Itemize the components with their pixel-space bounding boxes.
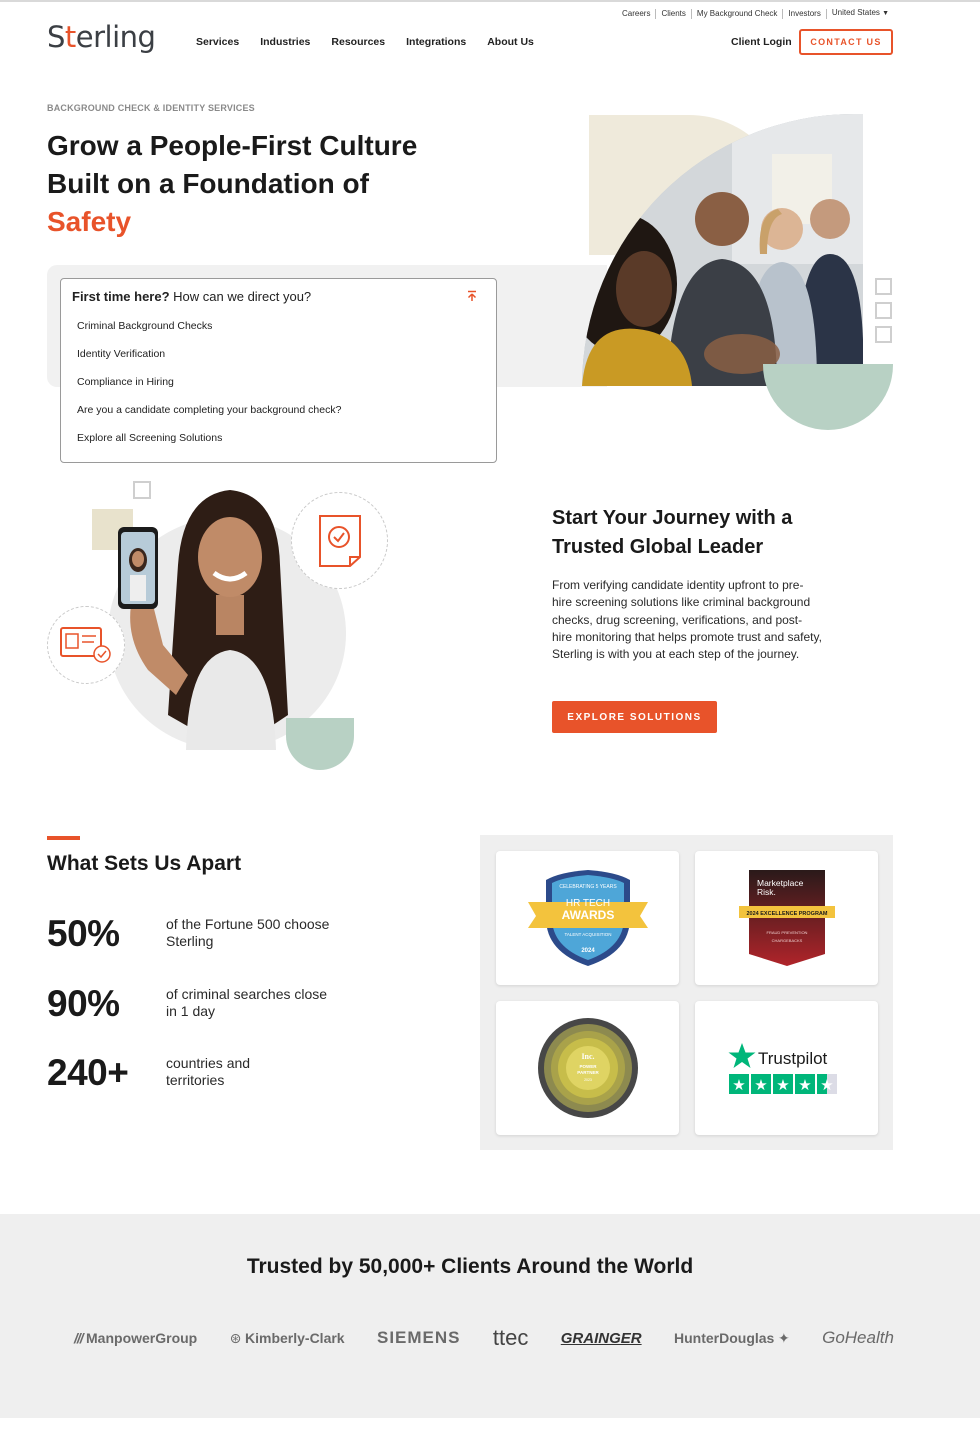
svg-text:★: ★ [732, 1077, 745, 1094]
option-identity-verification[interactable]: Identity Verification [77, 347, 341, 375]
siemens-logo: SIEMENS [376, 1328, 461, 1347]
utility-nav: Careers Clients My Background Check Inve… [622, 8, 891, 19]
hunterdouglas-logo: HunterDouglas ✦ [674, 1329, 790, 1346]
hero-title-accent: Safety [47, 206, 132, 237]
direct-you-options: Criminal Background Checks Identity Veri… [77, 319, 341, 459]
direct-you-dropdown: First time here? How can we direct you? … [60, 278, 497, 463]
section-accent-bar [47, 836, 80, 840]
client-logos-row: /// ManpowerGroup ⊛ Kimberly-Clark SIEME… [74, 1325, 894, 1351]
id-card-badge [47, 606, 125, 684]
inc-line1-text: POWER [579, 1064, 597, 1069]
svg-text:★: ★ [820, 1077, 833, 1094]
hr-tech-top-text: CELEBRATING 5 YEARS [559, 884, 617, 890]
svg-text:★: ★ [798, 1077, 811, 1094]
nav-services[interactable]: Services [196, 36, 239, 48]
hr-tech-awards-card: CELEBRATING 5 YEARS HR TECH AWARDS TALEN… [496, 851, 679, 985]
contact-us-button[interactable]: CONTACT US [799, 29, 893, 55]
hr-tech-line2-text: AWARDS [561, 908, 614, 922]
direct-you-question: How can we direct you? [169, 289, 312, 304]
hr-tech-awards-badge: CELEBRATING 5 YEARS HR TECH AWARDS TALEN… [527, 870, 648, 966]
decorative-square [875, 326, 892, 343]
hr-tech-year-text: 2024 [581, 948, 595, 954]
inc-power-partner-badge: Inc. POWER PARTNER 2023 [537, 1018, 638, 1118]
stat-value: 240+ [47, 1052, 129, 1093]
collapse-arrow-icon[interactable] [465, 289, 479, 303]
manpowergroup-logo: /// ManpowerGroup [74, 1330, 198, 1346]
hero-eyebrow: BACKGROUND CHECK & IDENTITY SERVICES [47, 103, 255, 113]
decorative-square [875, 302, 892, 319]
utility-investors-link[interactable]: Investors [783, 8, 827, 19]
marketplace-ribbon-text: 2024 EXCELLENCE PROGRAM [746, 911, 827, 917]
logo-part-dot: t [64, 20, 76, 54]
client-login-link[interactable]: Client Login [731, 36, 792, 48]
utility-my-background-check-link[interactable]: My Background Check [692, 8, 784, 19]
logo-part-b: erling [75, 20, 156, 54]
trustpilot-rating-badge: Trustpilot ★ ★ ★ ★ ★ [728, 1043, 837, 1094]
svg-text:★: ★ [754, 1077, 767, 1094]
journey-body: From verifying candidate identity upfron… [552, 578, 822, 662]
option-candidate-completing-check[interactable]: Are you a candidate completing your back… [77, 403, 341, 431]
trusted-title: Trusted by 50,000+ Clients Around the Wo… [246, 1255, 694, 1278]
option-explore-all-solutions[interactable]: Explore all Screening Solutions [77, 431, 341, 459]
inc-line2-text: PARTNER [577, 1070, 599, 1075]
hunterdouglas-logo-text: HunterDouglas [674, 1329, 775, 1346]
marketplace-risk-card: Marketplace Risk. 2024 EXCELLENCE PROGRA… [695, 851, 878, 985]
stat-value: 50% [47, 913, 120, 954]
country-selector[interactable]: United States ▼ [827, 8, 891, 19]
stat-label: of the Fortune 500 choose Sterling [166, 916, 330, 949]
logo-part-a: S [47, 20, 65, 54]
svg-text:★: ★ [776, 1077, 789, 1094]
country-label: United States [831, 8, 880, 17]
trustpilot-stars: ★ ★ ★ ★ ★ [728, 1074, 837, 1094]
kimberly-clark-logo: ⊛ Kimberly-Clark [229, 1329, 345, 1346]
main-nav: Services Industries Resources Integratio… [196, 36, 555, 48]
stat-label: of criminal searches close in 1 day [166, 986, 328, 1019]
kimberly-clark-logo-text: Kimberly-Clark [245, 1329, 345, 1346]
option-criminal-background-checks[interactable]: Criminal Background Checks [77, 319, 341, 347]
trustpilot-name-text: Trustpilot [758, 1049, 828, 1068]
inc-year-text: 2023 [584, 1078, 592, 1082]
apart-title: What Sets Us Apart [47, 852, 242, 875]
utility-careers-link[interactable]: Careers [622, 8, 657, 19]
option-compliance-in-hiring[interactable]: Compliance in Hiring [77, 375, 341, 403]
id-card-check-icon [60, 627, 111, 663]
marketplace-line2-text: Risk. [757, 887, 776, 897]
sterling-logo[interactable]: Sterling [47, 20, 156, 54]
ttec-logo: ttec [492, 1325, 529, 1350]
nav-integrations[interactable]: Integrations [406, 36, 466, 48]
stat-value: 90% [47, 983, 120, 1024]
marketplace-sub1-text: FRAUD PREVENTION [766, 930, 807, 935]
grainger-logo: GRAINGER [560, 1329, 642, 1347]
marketplace-sub2-text: CHARGEBACKS [771, 938, 802, 943]
hero-title-line2: Built on a Foundation of [47, 168, 369, 199]
inc-power-partner-card: Inc. POWER PARTNER 2023 [496, 1001, 679, 1135]
caret-down-icon: ▼ [882, 10, 890, 17]
journey-title: Start Your Journey with a Trusted Global… [552, 507, 793, 558]
hero-title: Grow a People-First Culture Built on a F… [47, 127, 467, 241]
marketplace-risk-badge: Marketplace Risk. 2024 EXCELLENCE PROGRA… [738, 870, 835, 966]
utility-clients-link[interactable]: Clients [656, 8, 692, 19]
decorative-mint-semicircle [763, 364, 893, 430]
hr-tech-sub-text: TALENT ACQUISITION [564, 932, 611, 937]
nav-resources[interactable]: Resources [331, 36, 385, 48]
inc-brand-text: Inc. [581, 1052, 594, 1061]
direct-you-lead: First time here? [72, 289, 170, 304]
explore-solutions-button[interactable]: EXPLORE SOLUTIONS [552, 701, 717, 733]
hero-title-line1: Grow a People-First Culture [47, 130, 418, 161]
decorative-square [875, 278, 892, 295]
top-rule [0, 0, 980, 2]
document-check-icon [318, 514, 361, 567]
trusted-clients-band [0, 1214, 980, 1418]
gohealth-logo: GoHealth [822, 1328, 894, 1347]
direct-you-heading: First time here? How can we direct you? [72, 289, 311, 304]
manpowergroup-logo-text: ManpowerGroup [86, 1330, 198, 1346]
document-check-badge [291, 492, 388, 589]
nav-industries[interactable]: Industries [260, 36, 310, 48]
stat-label: countries and territories [166, 1055, 251, 1088]
trustpilot-card: Trustpilot ★ ★ ★ ★ ★ [695, 1001, 878, 1135]
nav-about-us[interactable]: About Us [487, 36, 534, 48]
